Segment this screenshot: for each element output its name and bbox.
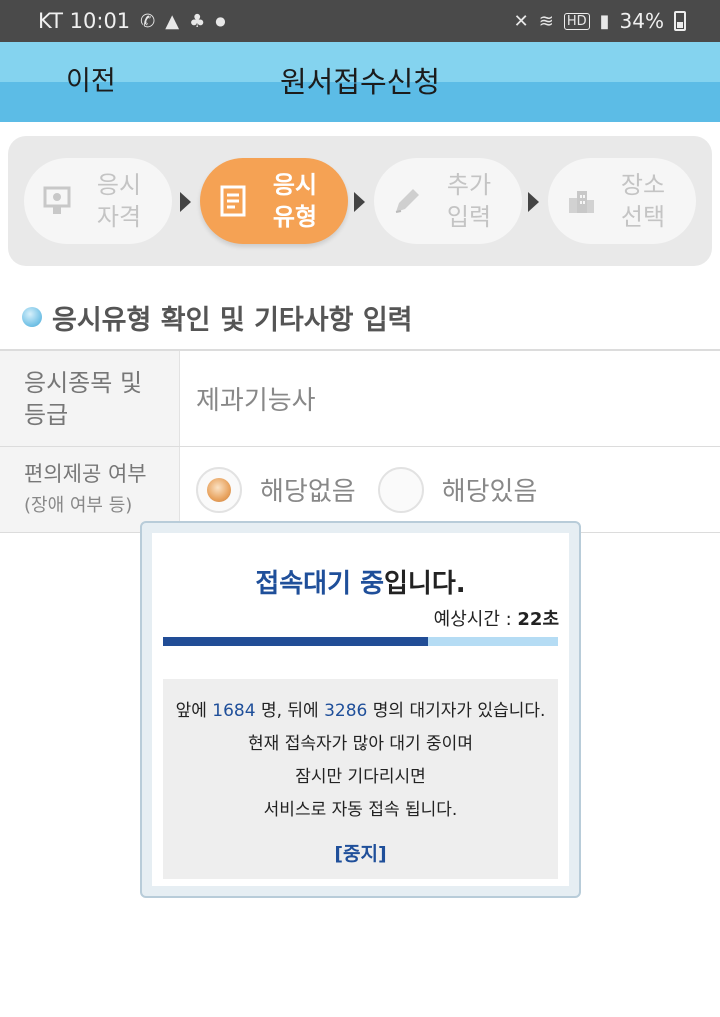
step-label: 추가 입력 [446,171,492,231]
silent-icon: ✕ [513,10,529,32]
exam-type-value: 제과기능사 [196,386,316,416]
radio-label-applicable[interactable]: 해당있음 [442,471,538,508]
stop-button[interactable]: [중지] [334,839,386,866]
volte-icon: ✆ [140,10,156,32]
wait-progress-bar [163,637,558,646]
app-header: 원서접수신청 이전 [0,42,720,122]
waiting-dialog: 접속대기 중입니다. 예상시간 : 22초 앞에 1684 명, 뒤에 3286… [140,521,581,898]
wifi-icon: ≋ [538,10,554,32]
building-icon [564,184,598,218]
estimated-time: 예상시간 : 22초 [433,609,559,630]
certificate-icon [40,184,74,218]
radio-applicable[interactable] [377,466,424,513]
accommodation-sublabel: (장애 여부 등) [24,495,133,516]
radio-not-applicable[interactable] [196,466,242,513]
step-label: 응시 자격 [96,171,142,231]
accommodation-options: 해당없음 해당있음 [180,447,720,532]
app-icon: ♣ [189,10,206,32]
section-title: 응시유형 확인 및 기타사항 입력 [22,298,413,336]
step-additional-input[interactable]: 추가 입력 [374,158,522,244]
exam-type-label: 응시종목 및 등급 [0,351,180,446]
status-bar: KT 10:01 ✆ ▲ ♣ ● ✕ ≋ HD ▮ 34% [0,0,720,42]
step-progress: 응시 자격 응시 유형 추가 입력 장소 선택 [8,136,712,266]
step-qualification[interactable]: 응시 자격 [24,158,172,244]
carrier-time: KT 10:01 [38,9,131,33]
pencil-icon [390,184,424,218]
step-label: 응시 유형 [272,171,318,231]
accommodation-label: 편의제공 여부 (장애 여부 등) [0,447,180,532]
table-row: 응시종목 및 등급 제과기능사 [0,351,720,447]
step-arrow-icon [354,192,365,212]
step-arrow-icon [528,192,539,212]
notification-icon: ▲ [165,10,180,32]
queue-count-line: 앞에 1684 명, 뒤에 3286 명의 대기자가 있습니다. [175,701,546,721]
queue-message: 앞에 1684 명, 뒤에 3286 명의 대기자가 있습니다. 현재 접속자가… [163,679,558,879]
queue-message-line: 현재 접속자가 많아 대기 중이며 [248,734,473,754]
wait-progress-fill [163,637,428,646]
section-title-text: 응시유형 확인 및 기타사항 입력 [52,304,413,336]
step-label: 장소 선택 [620,171,666,231]
battery-icon [674,11,686,31]
form-table: 응시종목 및 등급 제과기능사 편의제공 여부 (장애 여부 등) 해당없음 해당있… [0,349,720,533]
signal-icon: ▮ [599,10,610,32]
back-button[interactable]: 이전 [66,42,116,122]
queue-message-line: 잠시만 기다리시면 [295,767,426,787]
waiting-dialog-body: 접속대기 중입니다. 예상시간 : 22초 앞에 1684 명, 뒤에 3286… [152,533,569,886]
queue-message-line: 서비스로 자동 접속 됩니다. [263,800,458,820]
battery-level: 34% [619,9,664,33]
dot-icon: ● [215,14,226,28]
document-icon [216,184,250,218]
dialog-title: 접속대기 중입니다. [255,569,466,599]
radio-label-not-applicable[interactable]: 해당없음 [260,471,356,508]
bullet-icon [22,307,42,327]
step-type[interactable]: 응시 유형 [200,158,348,244]
step-location[interactable]: 장소 선택 [548,158,696,244]
step-arrow-icon [180,192,191,212]
hd-icon: HD [563,12,590,30]
